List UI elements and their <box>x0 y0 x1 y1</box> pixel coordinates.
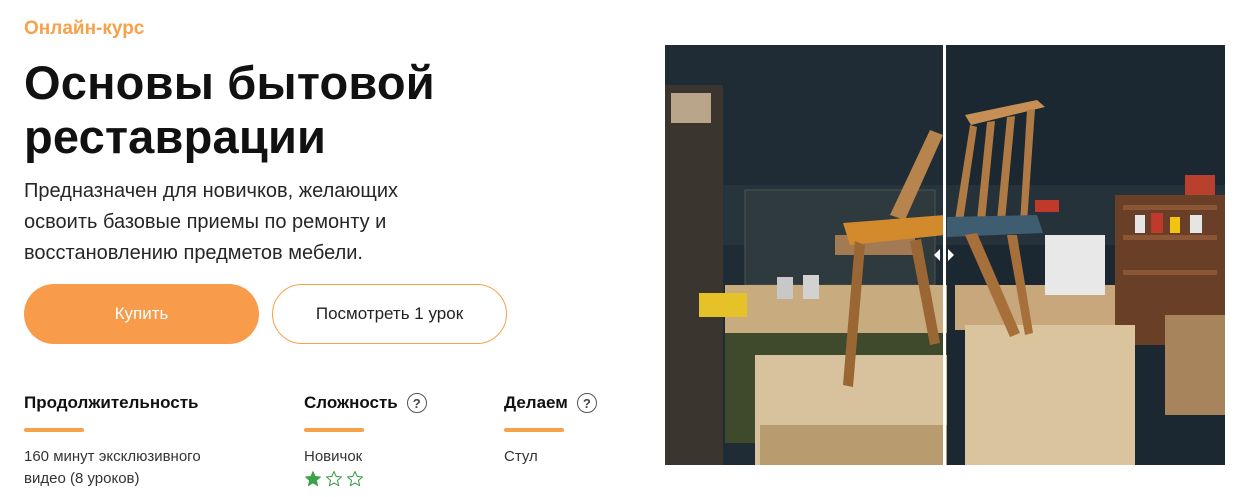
difficulty-value: Новичок <box>304 448 363 465</box>
duration-label: Продолжительность <box>24 393 199 412</box>
question-circle-icon[interactable]: ? <box>576 393 597 413</box>
making-accent-bar <box>504 428 564 432</box>
question-circle-icon[interactable]: ? <box>406 393 427 413</box>
arrow-left-right-icon[interactable] <box>933 241 955 269</box>
course-eyebrow: Онлайн-курс <box>24 18 145 39</box>
star-filled-icon <box>305 471 321 487</box>
star-outline-icon <box>325 470 343 487</box>
difficulty-stars <box>304 470 524 488</box>
making-label: Делаем <box>504 393 568 412</box>
before-after-photo[interactable] <box>665 45 1225 465</box>
watch-lesson-button[interactable]: Посмотреть 1 урок <box>272 284 507 344</box>
course-title: Основы бытовой реставрации <box>24 56 435 163</box>
difficulty-accent-bar <box>304 428 364 432</box>
info-difficulty: Сложность ? Новичок <box>304 392 524 488</box>
duration-value: 160 минут эксклюзивного видео (8 уроков) <box>24 448 201 487</box>
difficulty-label: Сложность <box>304 393 398 412</box>
info-duration: Продолжительность 160 минут эксклюзивног… <box>24 392 244 490</box>
star-outline-icon <box>346 470 364 487</box>
course-description: Предназначен для новичков, желающих осво… <box>24 180 399 264</box>
duration-accent-bar <box>24 428 84 432</box>
buy-button[interactable]: Купить <box>24 284 259 344</box>
